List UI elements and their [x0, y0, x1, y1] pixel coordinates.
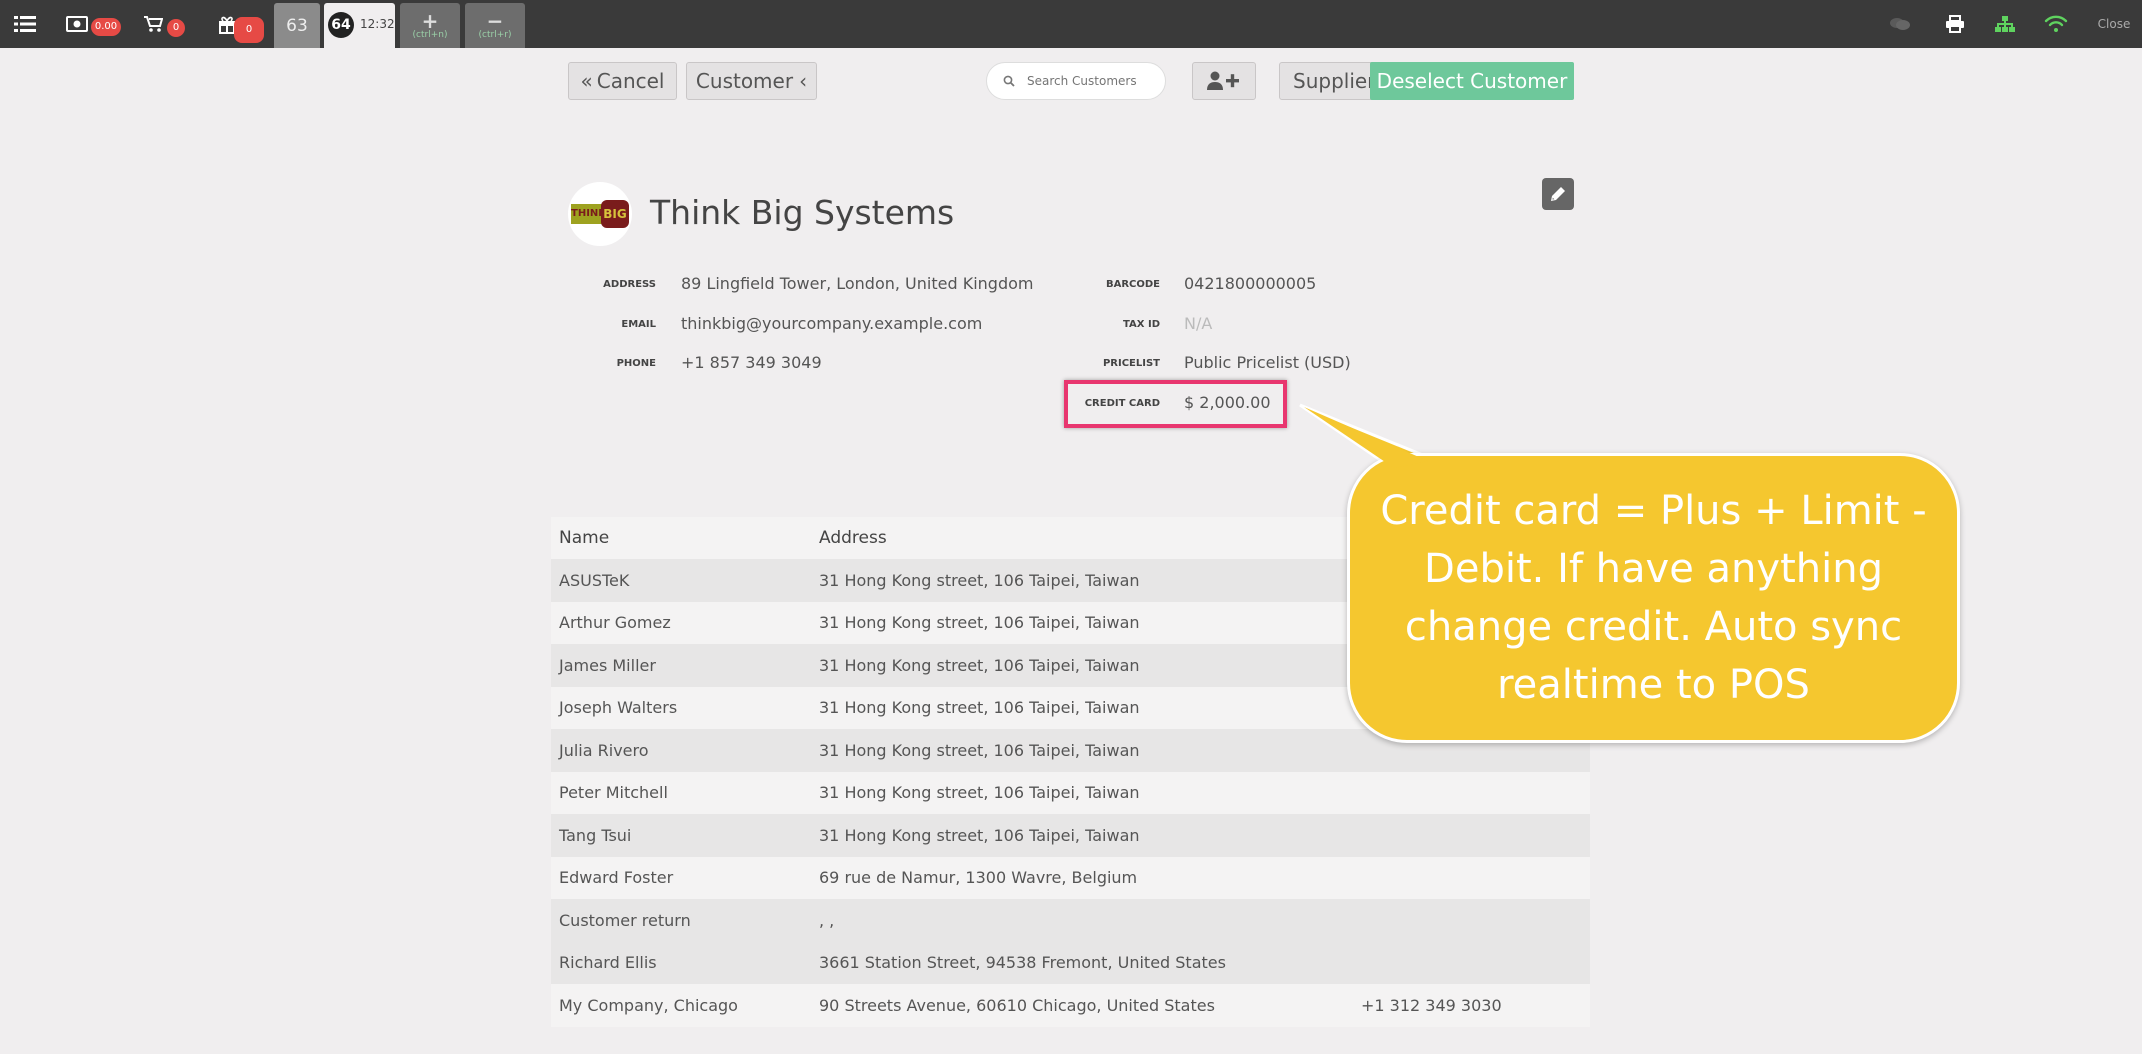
remove-order-button[interactable]: − (ctrl+r)	[465, 3, 525, 48]
credit-card-label: CREDIT CARD	[1084, 398, 1160, 409]
email-label: EMAIL	[621, 319, 656, 330]
row-phone	[1353, 941, 1590, 984]
row-address: 69 rue de Namur, 1300 Wavre, Belgium	[811, 856, 1353, 899]
row-address: 31 Hong Kong street, 106 Taipei, Taiwan	[811, 559, 1353, 602]
double-chevron-left-icon: «	[580, 69, 593, 93]
logo-text-big: BIG	[601, 200, 629, 228]
row-address: 31 Hong Kong street, 106 Taipei, Taiwan	[811, 814, 1353, 857]
row-name: ASUSTeK	[551, 559, 811, 602]
deselect-customer-button[interactable]: Deselect Customer	[1370, 62, 1574, 100]
annotation-callout: Credit card = Plus + Limit - Debit. If h…	[1347, 453, 1960, 743]
row-name: Arthur Gomez	[551, 601, 811, 644]
plus-icon: +	[421, 8, 439, 33]
row-phone	[1353, 856, 1590, 899]
phone-label: PHONE	[616, 358, 656, 369]
row-phone	[1353, 899, 1590, 942]
minus-icon: −	[486, 8, 504, 33]
order-time: 12:32	[360, 17, 395, 31]
customer-button[interactable]: Customer ‹	[686, 62, 817, 100]
search-icon	[1003, 75, 1015, 87]
cart-badge: 0	[167, 19, 185, 37]
chevron-left-icon: ‹	[799, 69, 808, 93]
pricelist-label: PRICELIST	[1102, 358, 1160, 369]
row-address: 90 Streets Avenue, 60610 Chicago, United…	[811, 984, 1353, 1027]
credit-card-value: $ 2,000.00	[1184, 393, 1271, 412]
row-address: 3661 Station Street, 94538 Fremont, Unit…	[811, 941, 1353, 984]
row-name: Customer return	[551, 899, 811, 942]
phone-value: +1 857 349 3049	[681, 353, 822, 372]
top-bar: 0.00 0 0 63 64 12:32 + (ctrl+n) − (ctrl+…	[0, 0, 2142, 48]
email-value: thinkbig@yourcompany.example.com	[681, 314, 983, 333]
customer-label: Customer	[695, 69, 794, 93]
cart-icon[interactable]	[142, 0, 164, 48]
row-name: Julia Rivero	[551, 729, 811, 772]
row-address: 31 Hong Kong street, 106 Taipei, Taiwan	[811, 729, 1353, 772]
cash-icon[interactable]	[64, 0, 90, 48]
row-name: My Company, Chicago	[551, 984, 811, 1027]
table-row[interactable]: Edward Foster 69 rue de Namur, 1300 Wavre…	[551, 856, 1590, 899]
pricelist-value: Public Pricelist (USD)	[1184, 353, 1351, 372]
row-name: Edward Foster	[551, 856, 811, 899]
barcode-label: BARCODE	[1105, 279, 1160, 290]
table-row[interactable]: Peter Mitchell 31 Hong Kong street, 106 T…	[551, 771, 1590, 814]
taxid-label: TAX ID	[1123, 319, 1160, 330]
barcode-value: 0421800000005	[1184, 274, 1317, 293]
table-row[interactable]: Customer return, ,	[551, 899, 1590, 942]
table-row[interactable]: Richard Ellis 3661 Station Street, 94538 …	[551, 941, 1590, 984]
row-name: James Miller	[551, 644, 811, 687]
table-row[interactable]: My Company, Chicago 90 Streets Avenue, 60…	[551, 984, 1590, 1027]
row-name: Peter Mitchell	[551, 771, 811, 814]
supplier-button[interactable]: Supplier	[1279, 62, 1379, 100]
gift-badge: 0	[234, 17, 264, 43]
close-button[interactable]: Close	[2092, 0, 2136, 48]
row-address: 31 Hong Kong street, 106 Taipei, Taiwan	[811, 771, 1353, 814]
search-input[interactable]	[1025, 73, 1159, 89]
header-name: Name	[551, 517, 811, 559]
remove-order-shortcut: (ctrl+r)	[478, 29, 512, 40]
table-row[interactable]: Tang Tsui 31 Hong Kong street, 106 Taipei…	[551, 814, 1590, 857]
row-phone	[1353, 814, 1590, 857]
pencil-icon	[1551, 187, 1565, 201]
row-address: 31 Hong Kong street, 106 Taipei, Taiwan	[811, 601, 1353, 644]
order-tab-64[interactable]: 64 12:32	[324, 3, 395, 48]
logo-text-think: THINK	[571, 204, 606, 224]
row-phone	[1353, 771, 1590, 814]
network-sitemap-icon[interactable]	[1993, 0, 2017, 48]
order-tab-63[interactable]: 63	[274, 3, 320, 48]
customer-logo: THINK BIG	[568, 182, 632, 246]
wifi-icon[interactable]	[2043, 0, 2069, 48]
add-customer-button[interactable]	[1192, 62, 1256, 100]
printer-icon[interactable]	[1943, 0, 1967, 48]
menu-list-icon[interactable]	[12, 0, 38, 48]
cash-badge: 0.00	[91, 18, 121, 36]
address-value: 89 Lingfield Tower, London, United Kingd…	[681, 274, 1034, 293]
add-order-shortcut: (ctrl+n)	[412, 29, 448, 40]
chat-icon[interactable]	[1888, 0, 1912, 48]
row-name: Joseph Walters	[551, 686, 811, 729]
row-name: Tang Tsui	[551, 814, 811, 857]
header-address: Address	[811, 517, 1353, 559]
address-label: ADDRESS	[603, 279, 656, 290]
row-address: 31 Hong Kong street, 106 Taipei, Taiwan	[811, 644, 1353, 687]
row-phone: +1 312 349 3030	[1353, 984, 1590, 1027]
search-box[interactable]	[986, 62, 1166, 100]
order-number: 64	[328, 12, 354, 38]
cancel-label: Cancel	[596, 69, 665, 93]
row-address: , ,	[811, 899, 1353, 942]
row-name: Richard Ellis	[551, 941, 811, 984]
edit-customer-button[interactable]	[1542, 178, 1574, 210]
row-address: 31 Hong Kong street, 106 Taipei, Taiwan	[811, 686, 1353, 729]
cancel-button[interactable]: « Cancel	[568, 62, 677, 100]
taxid-value: N/A	[1184, 314, 1213, 333]
add-order-button[interactable]: + (ctrl+n)	[400, 3, 460, 48]
add-user-icon	[1207, 71, 1239, 90]
customer-name: Think Big Systems	[650, 193, 955, 232]
